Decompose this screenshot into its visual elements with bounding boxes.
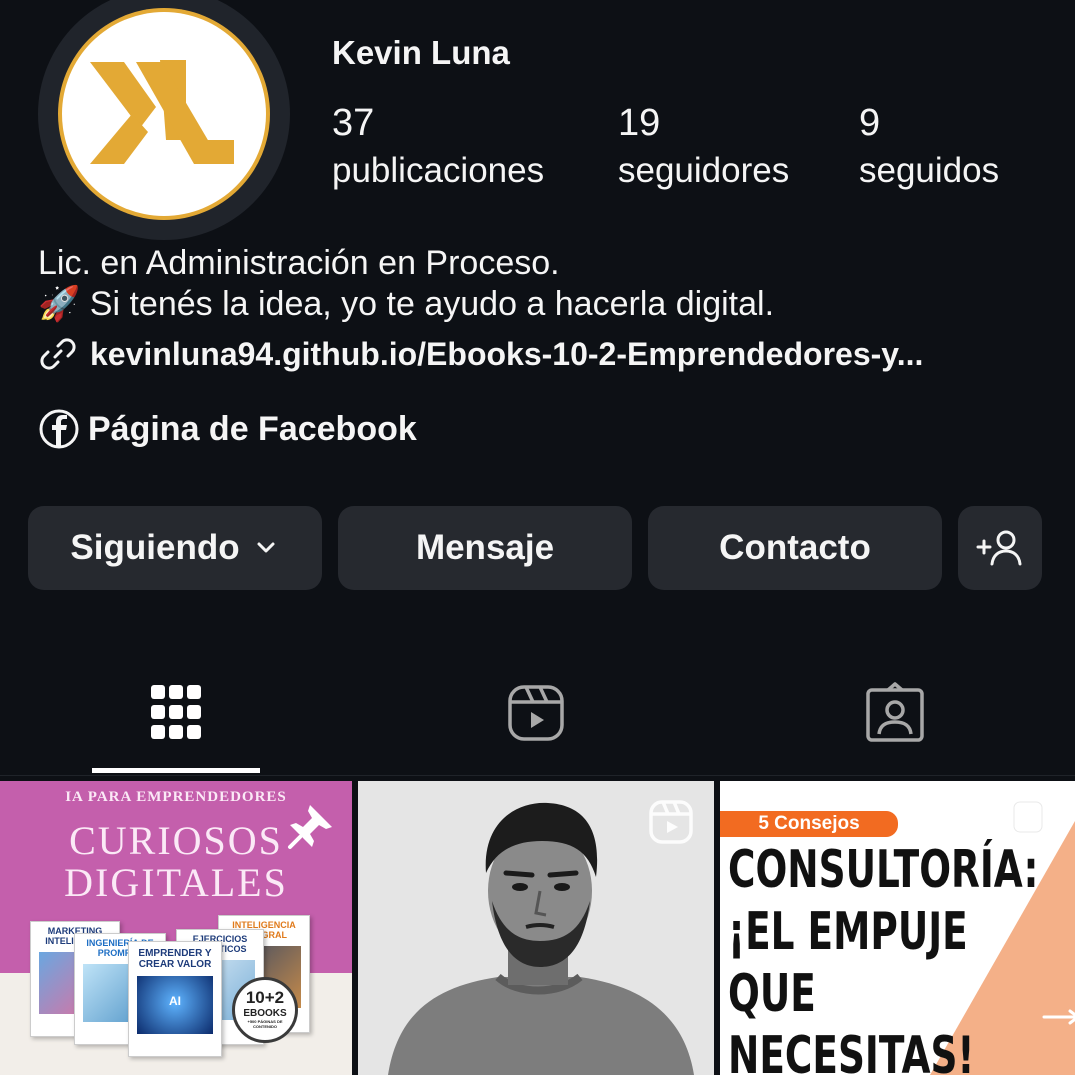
post1-book-3-title: EMPRENDER Y CREAR VALOR xyxy=(138,948,212,970)
facebook-link-text: Página de Facebook xyxy=(88,409,417,448)
pin-icon xyxy=(288,805,332,849)
profile-link-text: kevinluna94.github.io/Ebooks-10-2-Empren… xyxy=(90,335,924,372)
contact-button-label: Contacto xyxy=(719,528,871,567)
message-button-label: Mensaje xyxy=(415,528,555,567)
stat-followers-label: seguidores xyxy=(618,151,790,190)
stat-posts-count: 37 xyxy=(332,102,375,144)
tabs-divider xyxy=(0,775,1075,776)
stat-followers[interactable]: 19 seguidores xyxy=(618,102,789,190)
tab-reels[interactable] xyxy=(503,680,569,746)
post3-line-4: NECESITAS! xyxy=(728,1026,975,1075)
post1-ai-badge: AI xyxy=(169,994,181,1008)
add-person-icon xyxy=(976,530,1022,566)
carousel-icon xyxy=(1013,801,1052,841)
post3-line-1: CONSULTORÍA: xyxy=(728,840,1039,900)
bio-line-2: 🚀 Si tenés la idea, yo te ayudo a hacerl… xyxy=(38,284,774,324)
profile-link[interactable]: kevinluna94.github.io/Ebooks-10-2-Empren… xyxy=(38,334,923,374)
reels-icon xyxy=(508,685,564,741)
bio-line-2-text: Si tenés la idea, yo te ayudo a hacerla … xyxy=(89,285,775,323)
post2-reel-icon xyxy=(649,800,693,844)
post-tile-1[interactable]: IA PARA EMPRENDEDORES CURIOSOS DIGITALES… xyxy=(0,781,352,1075)
post1-book-3: EMPRENDER Y CREAR VALOR AI xyxy=(128,941,222,1057)
post1-seal-number: 10+2 xyxy=(245,988,285,1007)
tagged-icon xyxy=(866,682,924,742)
arrow-right-icon xyxy=(1042,1009,1075,1025)
post1-seal-sub: +500 PÁGINAS DE CONTENIDO xyxy=(247,1019,283,1029)
chevron-down-icon xyxy=(257,542,275,553)
link-icon xyxy=(40,338,76,370)
grid-icon xyxy=(151,685,201,739)
post-tile-3[interactable]: 5 Consejos CONSULTORÍA: ¡EL EMPUJE QUE N… xyxy=(720,781,1075,1075)
post1-seal: 10+2 EBOOKS +500 PÁGINAS DE CONTENIDO xyxy=(232,977,298,1043)
rocket-icon: 🚀 xyxy=(38,285,81,323)
post1-title-line2: DIGITALES xyxy=(64,860,288,905)
stat-posts-label: publicaciones xyxy=(332,151,545,190)
tab-grid[interactable] xyxy=(143,680,209,746)
facebook-link[interactable]: Página de Facebook xyxy=(38,408,417,450)
following-button-label: Siguiendo xyxy=(70,528,240,567)
post3-badge: 5 Consejos xyxy=(720,811,898,837)
avatar[interactable] xyxy=(62,12,266,216)
active-tab-indicator xyxy=(92,768,260,773)
tab-tagged[interactable] xyxy=(862,680,928,746)
following-button[interactable]: Siguiendo xyxy=(28,506,322,590)
stat-following[interactable]: 9 seguidos xyxy=(859,102,999,190)
stat-following-count: 9 xyxy=(859,102,881,144)
kl-logo-icon xyxy=(90,60,234,164)
profile-username: Kevin Luna xyxy=(332,34,510,71)
suggest-people-button[interactable] xyxy=(958,506,1042,590)
contact-button[interactable]: Contacto xyxy=(648,506,942,590)
facebook-icon xyxy=(39,409,79,449)
post1-seal-label: EBOOKS xyxy=(243,1008,287,1019)
post3-line-3: QUE xyxy=(728,964,816,1024)
post3-line-2: ¡EL EMPUJE xyxy=(728,902,968,962)
stat-followers-count: 19 xyxy=(618,102,661,144)
message-button[interactable]: Mensaje xyxy=(338,506,632,590)
bio-line-1: Lic. en Administración en Proceso. xyxy=(38,244,560,282)
post-tile-2[interactable] xyxy=(358,781,714,1075)
stat-following-label: seguidos xyxy=(859,151,1000,190)
stat-posts[interactable]: 37 publicaciones xyxy=(332,102,544,190)
